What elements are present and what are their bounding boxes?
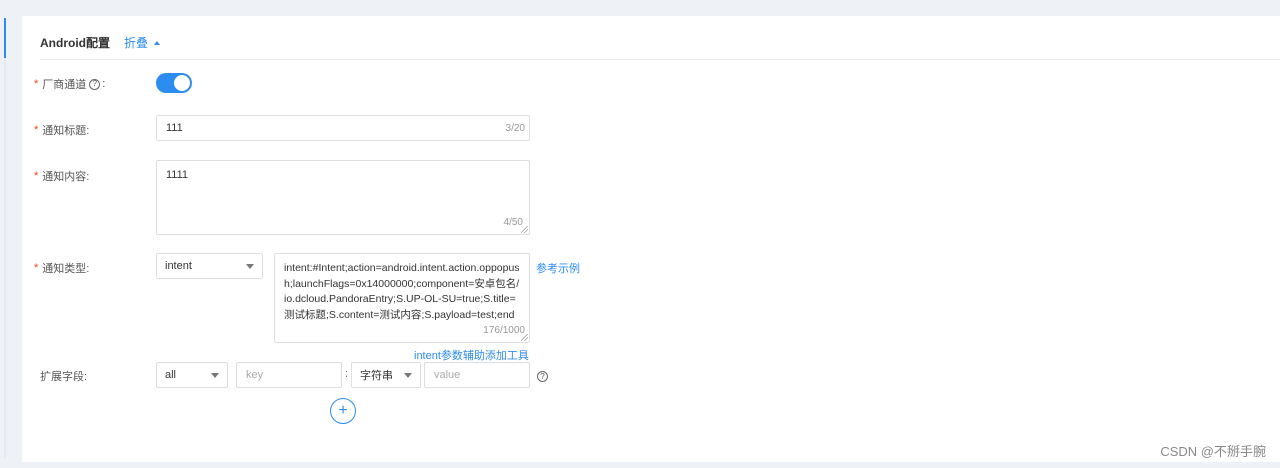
- side-nav-active-indicator: [4, 18, 6, 58]
- chevron-down-icon: [246, 263, 254, 269]
- notify-type-select[interactable]: intent: [156, 253, 263, 279]
- switch-knob: [174, 75, 190, 91]
- vendor-channel-label: * 厂商通道 ? :: [34, 78, 106, 91]
- section-title: Android配置: [40, 36, 110, 50]
- notify-content-label: * 通知内容:: [34, 170, 90, 183]
- notify-title-label: * 通知标题:: [34, 124, 90, 137]
- required-mark: *: [34, 78, 39, 90]
- section-header: Android配置 折叠: [40, 26, 1280, 60]
- watermark: CSDN @不掰手腕: [1160, 444, 1266, 459]
- intent-helper-link[interactable]: intent参数辅助添加工具: [414, 347, 529, 363]
- required-mark: *: [34, 170, 39, 182]
- required-mark: *: [34, 262, 39, 274]
- extension-key-input[interactable]: key: [236, 362, 342, 388]
- required-mark: *: [34, 124, 39, 136]
- example-link[interactable]: 参考示例: [536, 260, 580, 276]
- collapse-toggle[interactable]: 折叠: [124, 34, 161, 51]
- extension-scope-select[interactable]: all: [156, 362, 228, 388]
- key-value-separator: :: [345, 368, 349, 380]
- notify-content-textarea[interactable]: 1111 4/50: [156, 160, 530, 235]
- intent-textarea[interactable]: intent:#Intent;action=android.intent.act…: [274, 253, 530, 343]
- caret-up-icon: [154, 40, 161, 45]
- side-nav-track: [4, 18, 6, 458]
- add-extension-button[interactable]: +: [330, 398, 356, 424]
- help-icon[interactable]: ?: [89, 78, 101, 90]
- help-icon[interactable]: ?: [537, 371, 548, 382]
- collapse-label: 折叠: [124, 36, 149, 50]
- resize-handle[interactable]: [521, 334, 528, 341]
- notify-type-label: * 通知类型:: [34, 262, 90, 275]
- notify-title-input[interactable]: 111 3/20: [156, 115, 530, 141]
- extension-type-select[interactable]: 字符串: [351, 362, 421, 388]
- android-config-card: Android配置 折叠 * 厂商通道 ? : * 通知标题: 111 3/20…: [22, 16, 1280, 462]
- plus-icon: +: [338, 402, 348, 419]
- extension-label: 扩展字段:: [40, 371, 88, 383]
- resize-handle[interactable]: [521, 226, 528, 233]
- intent-counter: 176/1000: [480, 322, 525, 338]
- extension-value-input[interactable]: value: [424, 362, 530, 388]
- chevron-down-icon: [211, 372, 219, 378]
- notify-title-counter: 3/20: [505, 123, 525, 134]
- chevron-down-icon: [404, 372, 412, 378]
- vendor-channel-switch[interactable]: [156, 73, 192, 93]
